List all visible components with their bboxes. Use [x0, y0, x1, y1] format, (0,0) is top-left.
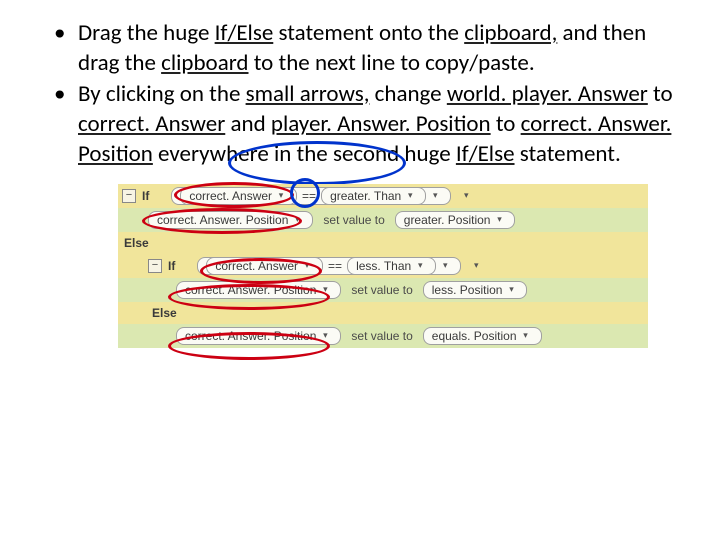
- var-pill[interactable]: greater. Than▾: [321, 187, 426, 205]
- bullet-2: By clicking on the small arrows, change …: [54, 79, 690, 170]
- condition-pill[interactable]: correct. Answer▾ == greater. Than▾ ▾: [171, 187, 451, 205]
- chevron-down-icon[interactable]: ▾: [403, 189, 417, 203]
- chevron-down-icon[interactable]: ▾: [300, 259, 314, 273]
- keyword: world. player. Answer: [447, 80, 648, 108]
- keyword: If/Else: [456, 140, 515, 168]
- if-keyword: If: [142, 189, 149, 203]
- text: change: [369, 80, 446, 108]
- code-screenshot: − If correct. Answer▾ == greater. Than▾ …: [118, 184, 648, 348]
- bullet-list: Drag the huge If/Else statement onto the…: [54, 18, 690, 170]
- if-row-inner: − If correct. Answer▾ == less. Than▾ ▾ ▾: [118, 254, 648, 278]
- chevron-down-icon[interactable]: ▾: [504, 283, 518, 297]
- set-row-3: correct. Answer. Position▾ set value to …: [118, 324, 648, 348]
- text: to: [648, 80, 673, 108]
- text: to: [491, 110, 521, 138]
- chevron-down-icon[interactable]: ▾: [469, 259, 483, 273]
- keyword: player. Answer. Position: [271, 110, 491, 138]
- chevron-down-icon[interactable]: ▾: [413, 259, 427, 273]
- var-pill[interactable]: correct. Answer. Position▾: [148, 211, 313, 229]
- bullet-1: Drag the huge If/Else statement onto the…: [54, 18, 690, 79]
- chevron-down-icon[interactable]: ▾: [318, 329, 332, 343]
- var-pill[interactable]: correct. Answer▾: [206, 257, 323, 275]
- text: to the next line to copy/paste.: [249, 49, 535, 77]
- chevron-down-icon[interactable]: ▾: [459, 189, 473, 203]
- chevron-down-icon[interactable]: ▾: [519, 329, 533, 343]
- text: By clicking on the: [78, 80, 246, 108]
- chevron-down-icon[interactable]: ▾: [274, 189, 288, 203]
- condition-pill[interactable]: correct. Answer▾ == less. Than▾ ▾: [197, 257, 461, 275]
- text: Drag the huge: [78, 19, 215, 47]
- chevron-down-icon[interactable]: ▾: [290, 213, 304, 227]
- op: ==: [328, 259, 342, 273]
- collapse-toggle[interactable]: −: [148, 259, 162, 273]
- keyword: small arrows,: [246, 80, 370, 108]
- slide: Drag the huge If/Else statement onto the…: [0, 0, 720, 540]
- text: everywhere in the second huge: [153, 140, 456, 168]
- keyword: correct. Answer: [78, 110, 225, 138]
- var-pill[interactable]: greater. Position▾: [395, 211, 516, 229]
- else-row-inner: Else: [118, 302, 648, 324]
- chevron-down-icon[interactable]: ▾: [438, 259, 452, 273]
- var-pill[interactable]: correct. Answer▾: [180, 187, 297, 205]
- op: ==: [302, 189, 316, 203]
- set-value-label: set value to: [347, 283, 416, 297]
- set-row-2: correct. Answer. Position▾ set value to …: [118, 278, 648, 302]
- var-pill[interactable]: less. Than▾: [347, 257, 436, 275]
- chevron-down-icon[interactable]: ▾: [318, 283, 332, 297]
- if-keyword: If: [168, 259, 175, 273]
- var-pill[interactable]: equals. Position▾: [423, 327, 542, 345]
- keyword: clipboard: [161, 49, 248, 77]
- chevron-down-icon[interactable]: ▾: [492, 213, 506, 227]
- text: and: [225, 110, 271, 138]
- text: statement.: [515, 140, 621, 168]
- keyword: clipboard,: [464, 19, 557, 47]
- else-row-outer: Else: [118, 232, 648, 254]
- set-value-label: set value to: [319, 213, 388, 227]
- text: statement onto the: [273, 19, 464, 47]
- var-pill[interactable]: correct. Answer. Position▾: [176, 281, 341, 299]
- set-value-label: set value to: [347, 329, 416, 343]
- keyword: If/Else: [215, 19, 274, 47]
- chevron-down-icon[interactable]: ▾: [428, 189, 442, 203]
- var-pill[interactable]: less. Position▾: [423, 281, 528, 299]
- if-row-outer: − If correct. Answer▾ == greater. Than▾ …: [118, 184, 648, 208]
- var-pill[interactable]: correct. Answer. Position▾: [176, 327, 341, 345]
- collapse-toggle[interactable]: −: [122, 189, 136, 203]
- set-row-1: correct. Answer. Position▾ set value to …: [118, 208, 648, 232]
